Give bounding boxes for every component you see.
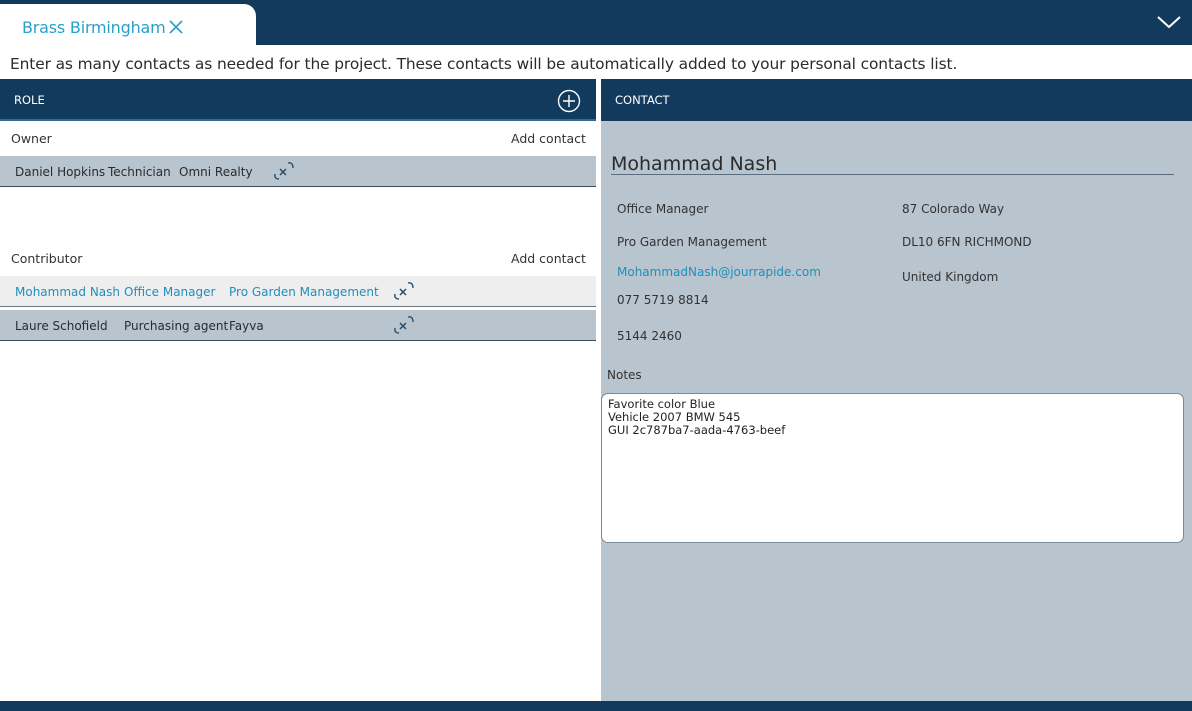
contact-phone-secondary: 5144 2460 xyxy=(617,329,682,343)
contact-address-line2: DL10 6FN RICHMOND xyxy=(902,235,1032,249)
bottom-bar xyxy=(0,701,1192,711)
contact-address-line1: 87 Colorado Way xyxy=(902,202,1005,216)
row-name: Laure Schofield xyxy=(15,319,108,333)
top-bar: Brass Birmingham xyxy=(0,0,1192,45)
contact-email-link[interactable]: MohammadNash@jourrapide.com xyxy=(617,265,821,279)
section-label-owner: Owner xyxy=(11,131,52,146)
row-name: Mohammad Nash xyxy=(15,285,121,299)
tab-title: Brass Birmingham xyxy=(22,18,166,37)
contact-header-label: CONTACT xyxy=(615,93,670,107)
chevron-down-icon[interactable] xyxy=(1156,13,1182,31)
row-title: Technician xyxy=(108,165,171,179)
contact-country: United Kingdom xyxy=(902,270,999,284)
row-title: Purchasing agent xyxy=(124,319,229,333)
table-row[interactable]: Mohammad Nash Office Manager Pro Garden … xyxy=(0,276,596,307)
contact-company: Pro Garden Management xyxy=(617,235,767,249)
instructions-text: Enter as many contacts as needed for the… xyxy=(10,55,958,73)
row-name: Daniel Hopkins xyxy=(15,165,106,179)
unlink-icon[interactable] xyxy=(272,160,296,182)
row-company: Omni Realty xyxy=(179,165,253,179)
row-title: Office Manager xyxy=(124,285,216,299)
contact-details-panel: Mohammad Nash Office Manager Pro Garden … xyxy=(601,121,1192,701)
contact-phone-primary: 077 5719 8814 xyxy=(617,293,709,307)
row-company: Pro Garden Management xyxy=(229,285,379,299)
contact-header: CONTACT xyxy=(601,79,1192,121)
add-contact-contributor-button[interactable]: Add contact xyxy=(511,251,586,266)
section-label-contributor: Contributor xyxy=(11,251,83,266)
table-row[interactable]: Daniel Hopkins Technician Omni Realty xyxy=(0,156,596,187)
role-header-label: ROLE xyxy=(14,93,45,107)
contact-name: Mohammad Nash xyxy=(611,153,778,175)
notes-label: Notes xyxy=(607,368,642,382)
add-contact-owner-button[interactable]: Add contact xyxy=(511,131,586,146)
unlink-icon[interactable] xyxy=(392,280,416,302)
role-header-underline xyxy=(0,119,596,121)
role-header: ROLE xyxy=(0,79,596,121)
plus-circle-icon[interactable] xyxy=(557,89,581,113)
contact-title: Office Manager xyxy=(617,202,709,216)
close-icon[interactable] xyxy=(166,17,186,37)
notes-textarea[interactable]: Favorite color Blue Vehicle 2007 BMW 545… xyxy=(601,393,1184,543)
unlink-icon[interactable] xyxy=(392,314,416,336)
table-row[interactable]: Laure Schofield Purchasing agent Fayva xyxy=(0,310,596,341)
name-divider xyxy=(611,174,1174,175)
tab-project[interactable]: Brass Birmingham xyxy=(0,4,256,45)
row-company: Fayva xyxy=(229,319,264,333)
